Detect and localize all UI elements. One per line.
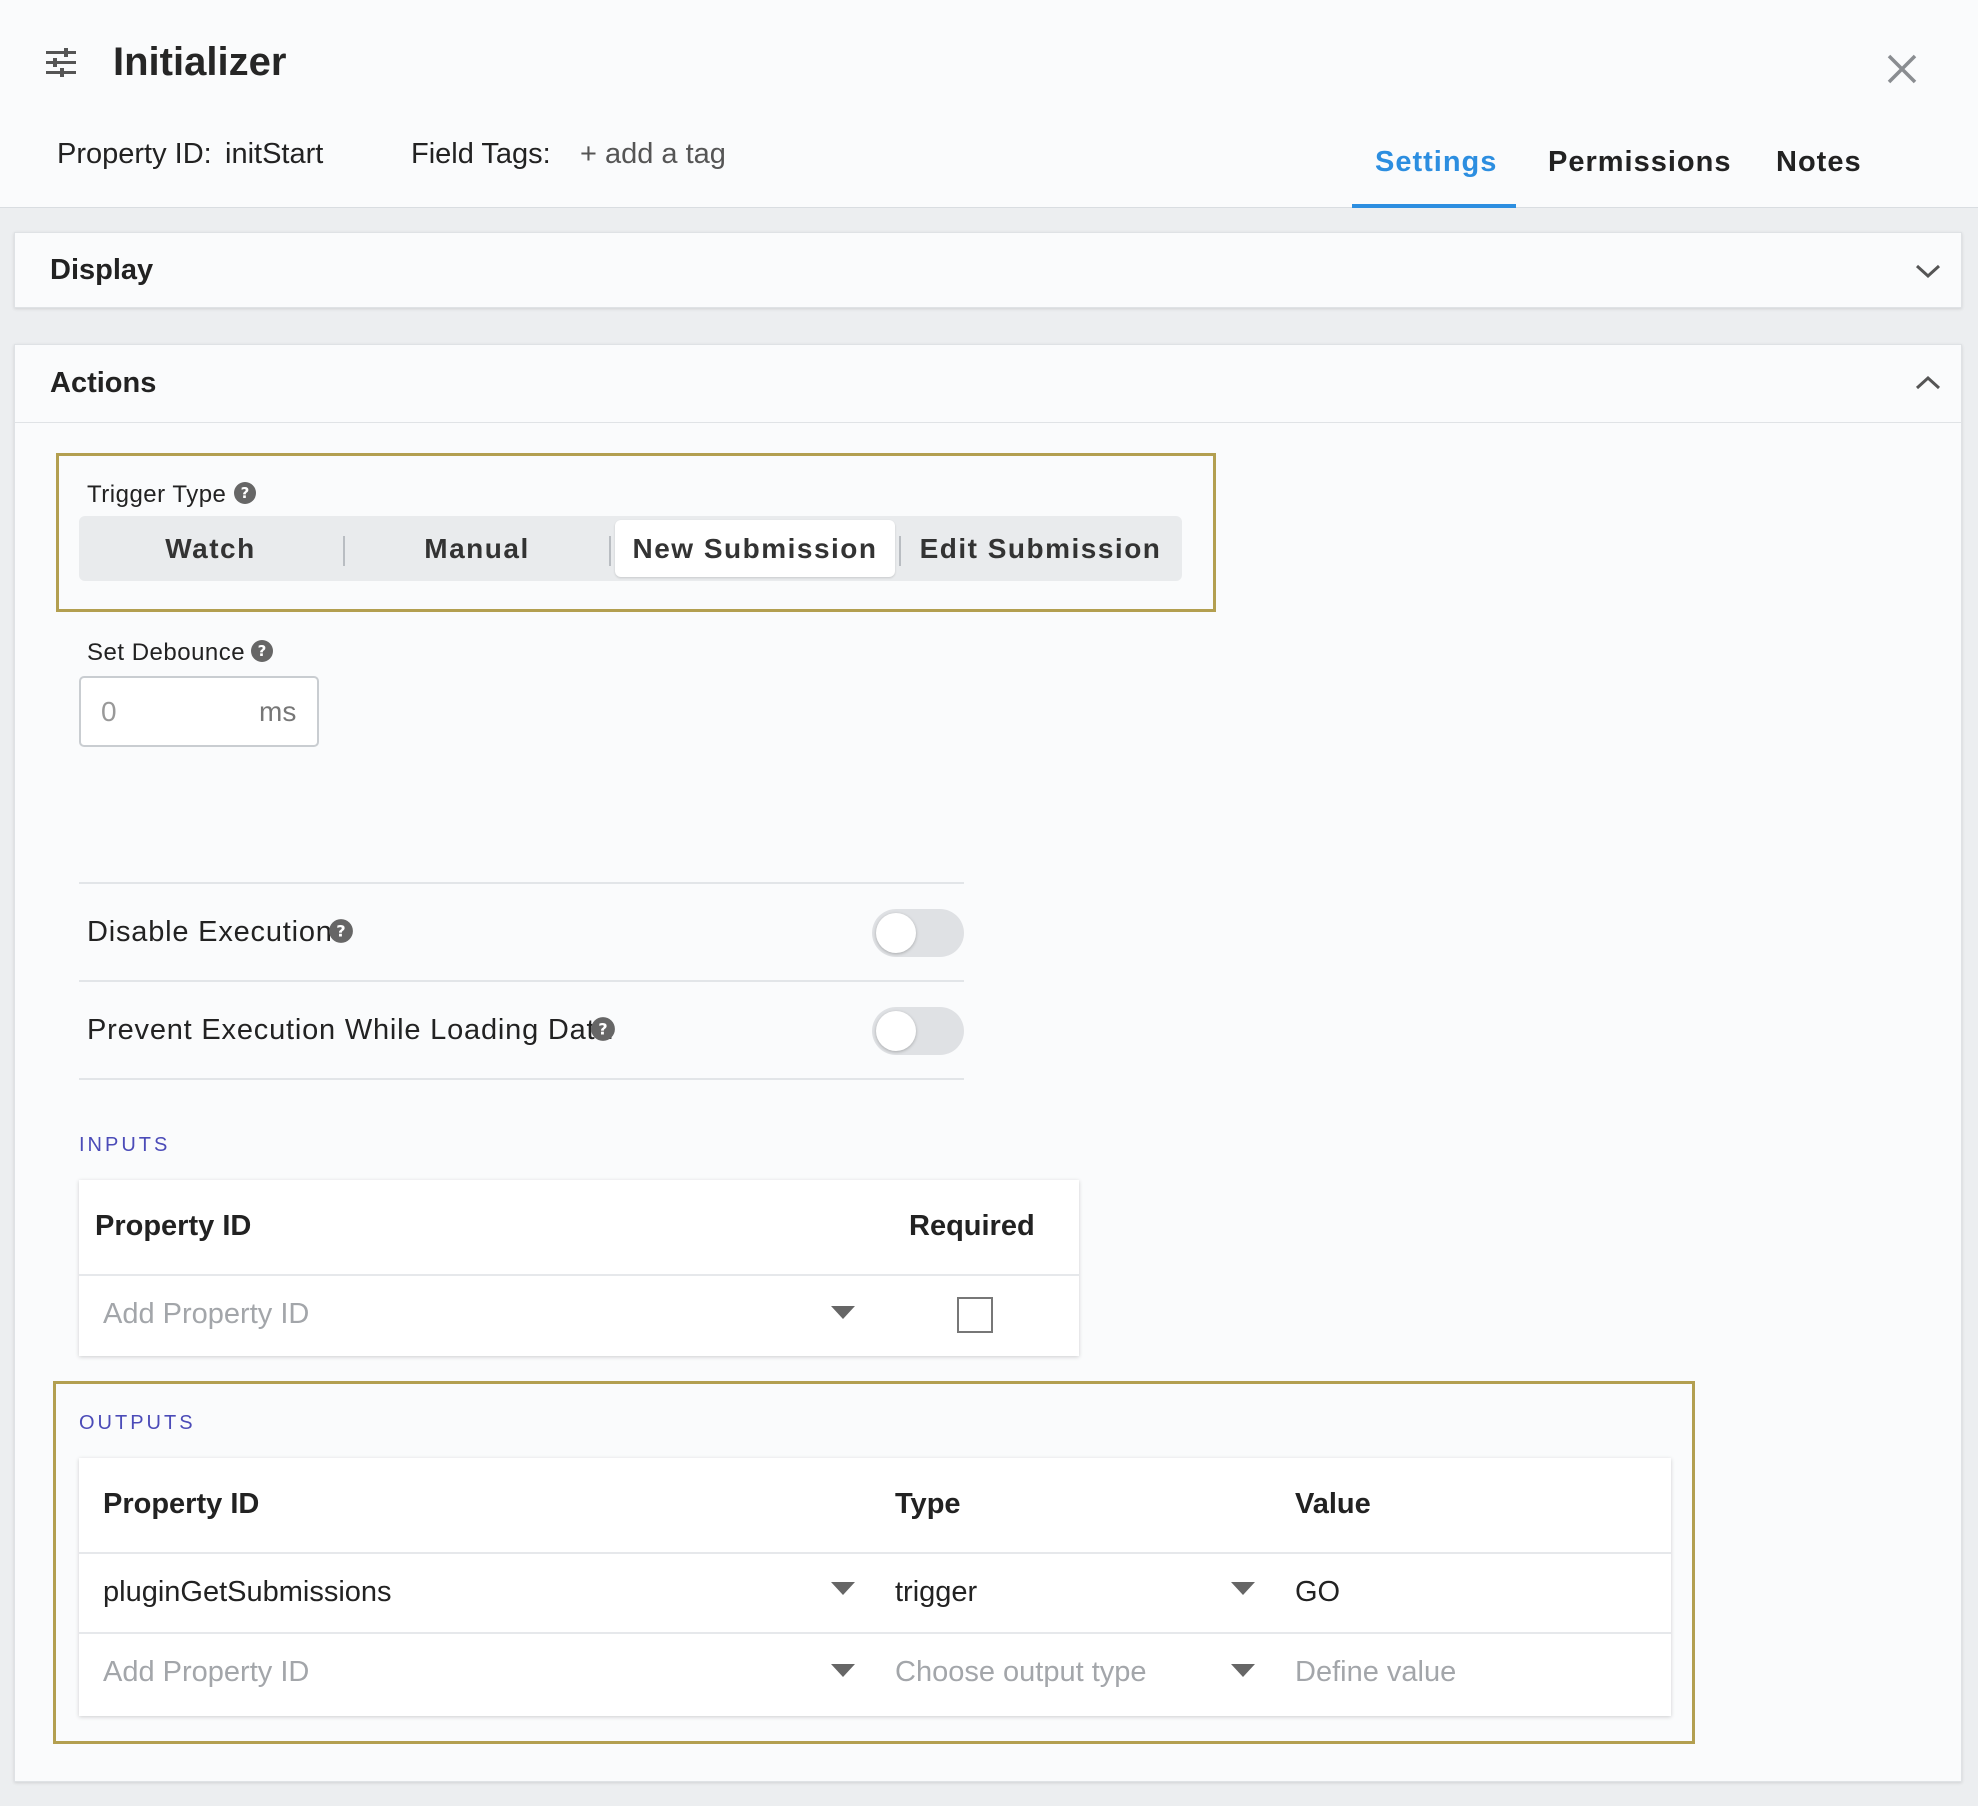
dialog-title: Initializer [113,40,287,84]
outputs-header-property-id: Property ID [103,1488,260,1520]
output-value[interactable]: GO [1295,1576,1340,1609]
toggle-knob [876,913,916,953]
active-tab-indicator [1352,204,1516,208]
trigger-type-label: Trigger Type [87,481,227,508]
tab-permissions[interactable]: Permissions [1548,146,1731,179]
output-property-id[interactable]: pluginGetSubmissions [103,1576,392,1609]
outputs-caption: OUTPUTS [79,1412,196,1434]
required-checkbox[interactable] [957,1297,993,1333]
tab-settings[interactable]: Settings [1375,146,1497,179]
inputs-header-property-id: Property ID [95,1210,252,1242]
trigger-option-edit-submission[interactable]: Edit Submission [903,520,1178,577]
output-type[interactable]: trigger [895,1576,977,1609]
inputs-table: Property ID Required Add Property ID [79,1180,1079,1356]
toggle-knob [876,1011,916,1051]
caret-down-icon[interactable] [831,1664,855,1678]
property-id-label: Property ID: [57,138,212,170]
svg-text:?: ? [598,1019,607,1038]
segment-divider [899,536,901,566]
close-icon[interactable] [1885,52,1919,86]
divider [79,1632,1671,1634]
segment-divider [609,536,611,566]
field-tags-label: Field Tags: [411,138,551,170]
trigger-option-new-submission[interactable]: New Submission [615,520,895,577]
help-icon[interactable]: ? [233,481,257,505]
divider [79,1078,964,1080]
debounce-field: ms [79,676,319,747]
outputs-table: Property ID Type Value pluginGetSubmissi… [79,1458,1671,1716]
inputs-add-property-id[interactable]: Add Property ID [103,1298,309,1331]
segment-divider [343,536,345,566]
help-icon[interactable]: ? [590,1016,616,1042]
disable-execution-toggle[interactable] [872,909,964,957]
display-panel-title: Display [50,254,154,286]
inputs-caption: INPUTS [79,1134,171,1156]
caret-down-icon[interactable] [831,1306,855,1320]
dialog-header: Initializer Property ID: initStart Field… [0,0,1978,208]
display-panel[interactable]: Display [14,232,1962,308]
actions-panel-title: Actions [50,367,157,399]
svg-text:?: ? [336,921,345,940]
trigger-option-watch[interactable]: Watch [83,520,338,577]
chevron-up-icon[interactable] [1913,373,1943,393]
help-icon[interactable]: ? [328,918,354,944]
divider [79,882,964,884]
outputs-header-type: Type [895,1488,961,1520]
debounce-input[interactable] [101,694,231,730]
prevent-execution-label: Prevent Execution While Loading Data [87,1014,613,1046]
caret-down-icon[interactable] [831,1582,855,1596]
set-debounce-label: Set Debounce [87,639,246,666]
caret-down-icon[interactable] [1231,1582,1255,1596]
disable-execution-label: Disable Execution [87,916,333,948]
help-icon[interactable]: ? [250,639,274,663]
divider [79,1274,1079,1276]
trigger-type-segmented-control: Watch Manual New Submission Edit Submiss… [79,516,1182,581]
tab-notes[interactable]: Notes [1776,146,1862,179]
property-id-value: initStart [225,138,324,170]
outputs-add-property-id[interactable]: Add Property ID [103,1656,309,1689]
inputs-header-required: Required [909,1210,1035,1242]
trigger-option-manual[interactable]: Manual [349,520,605,577]
add-tag-link[interactable]: + add a tag [580,138,726,171]
outputs-header-value: Value [1295,1488,1371,1520]
outputs-choose-type[interactable]: Choose output type [895,1656,1147,1689]
divider [79,1552,1671,1554]
actions-panel-header[interactable]: Actions [15,345,1961,423]
chevron-down-icon[interactable] [1913,261,1943,281]
prevent-execution-toggle[interactable] [872,1007,964,1055]
svg-text:?: ? [241,484,250,502]
outputs-define-value[interactable]: Define value [1295,1656,1456,1689]
sliders-icon[interactable] [44,48,78,78]
caret-down-icon[interactable] [1231,1664,1255,1678]
divider [79,980,964,982]
debounce-unit: ms [259,696,297,727]
svg-text:?: ? [258,642,267,660]
